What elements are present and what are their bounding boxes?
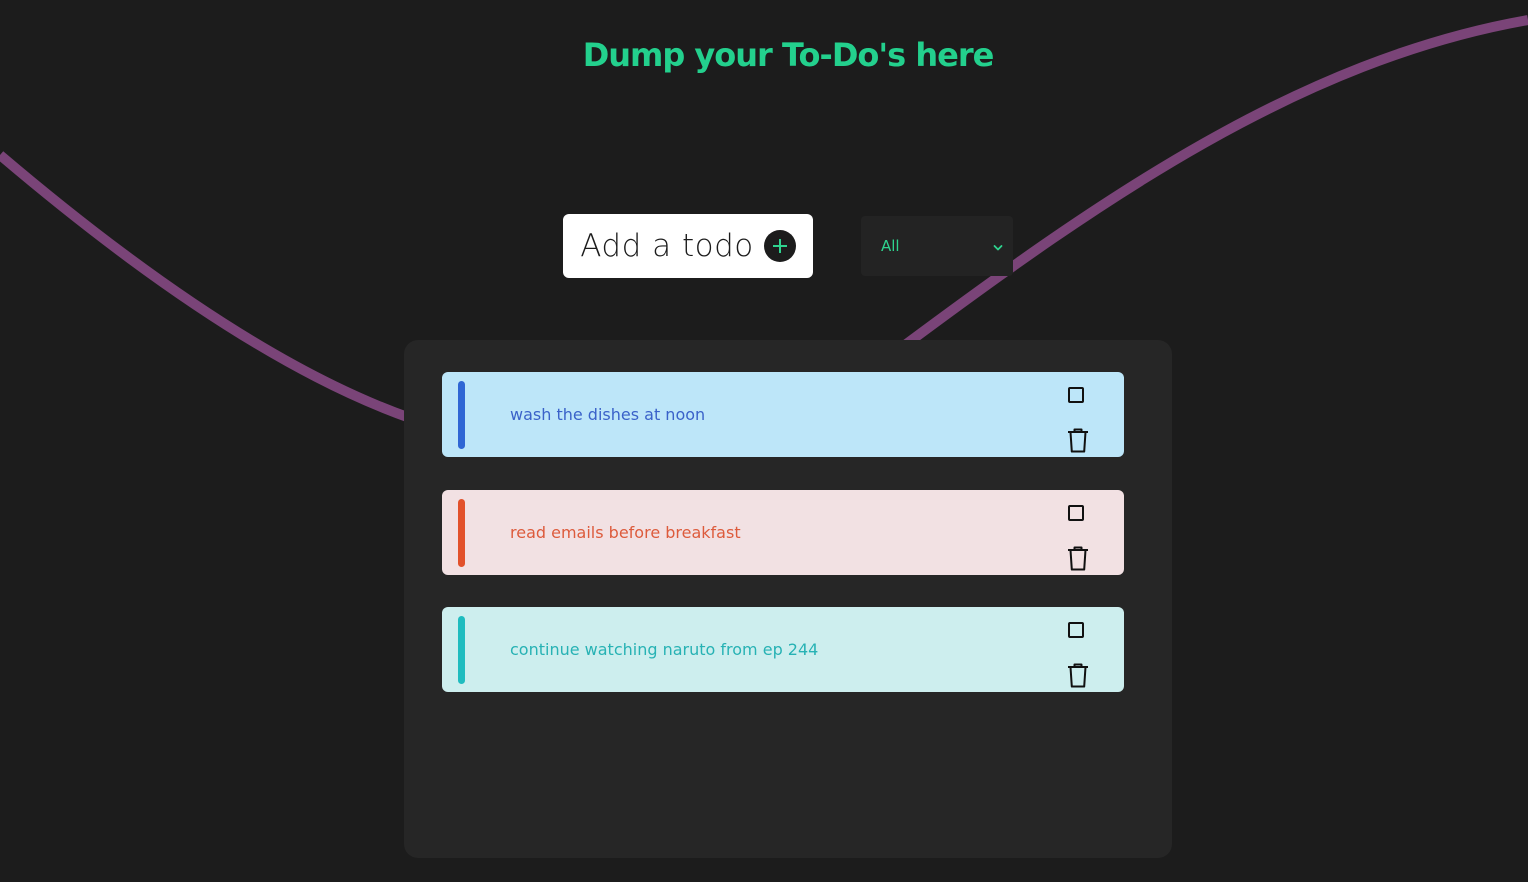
todo-delete-button[interactable] bbox=[1066, 545, 1090, 571]
todo-priority-bar bbox=[458, 499, 465, 567]
filter-select[interactable]: All bbox=[861, 216, 1013, 276]
todo-priority-bar bbox=[458, 381, 465, 449]
todo-checkbox[interactable] bbox=[1068, 505, 1084, 521]
trash-icon bbox=[1068, 428, 1088, 453]
todo-list-panel: wash the dishes at noon read emails befo… bbox=[404, 340, 1172, 858]
todo-text: continue watching naruto from ep 244 bbox=[510, 640, 819, 659]
todo-text: read emails before breakfast bbox=[510, 523, 741, 542]
todo-item: continue watching naruto from ep 244 bbox=[442, 607, 1124, 692]
filter-selected-value: All bbox=[881, 237, 900, 255]
todo-checkbox[interactable] bbox=[1068, 622, 1084, 638]
trash-icon bbox=[1068, 663, 1088, 688]
page-title: Dump your To-Do's here bbox=[582, 36, 995, 74]
todo-priority-bar bbox=[458, 616, 465, 684]
todo-delete-button[interactable] bbox=[1066, 662, 1090, 688]
add-todo-button[interactable]: Add a todo bbox=[563, 214, 813, 278]
todo-item: wash the dishes at noon bbox=[442, 372, 1124, 457]
todo-delete-button[interactable] bbox=[1066, 427, 1090, 453]
chevron-down-icon bbox=[993, 237, 1003, 256]
todo-text: wash the dishes at noon bbox=[510, 405, 706, 424]
plus-icon bbox=[763, 230, 796, 262]
trash-icon bbox=[1068, 546, 1088, 571]
todo-checkbox[interactable] bbox=[1068, 387, 1084, 403]
todo-item: read emails before breakfast bbox=[442, 490, 1124, 575]
add-todo-label: Add a todo bbox=[580, 228, 754, 264]
